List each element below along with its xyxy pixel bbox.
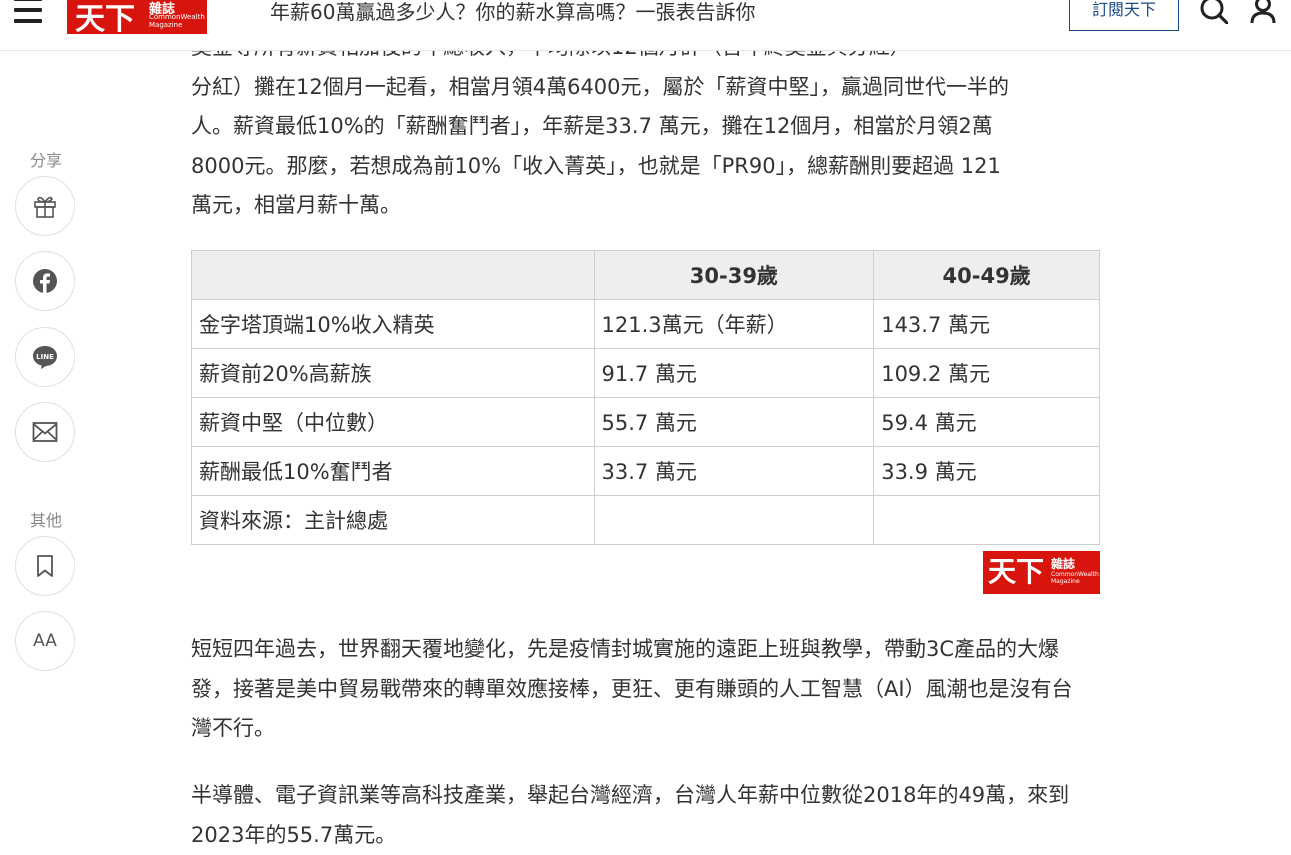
table-row: 薪資前20%高薪族 91.7 萬元 109.2 萬元 bbox=[191, 348, 1100, 398]
para1-line3: 人。薪資最低10%的「薪酬奮鬥者」，年薪是33.7 萬元，攤在12個月，相當於月… bbox=[191, 114, 993, 138]
table-cell: 薪資中堅（中位數） bbox=[191, 397, 595, 447]
mail-icon bbox=[32, 422, 58, 442]
article-paragraph-2: 短短四年過去，世界翻天覆地變化，先是疫情封城實施的遠距上班與教學，帶動3C產品的… bbox=[191, 637, 1073, 740]
table-cell: 金字塔頂端10%收入精英 bbox=[191, 299, 595, 349]
site-logo[interactable]: 天下 雜誌 CommonWealth Magazine bbox=[67, 0, 207, 34]
badge-sub-text: 雜誌 bbox=[1051, 557, 1076, 571]
table-cell: 143.7 萬元 bbox=[873, 299, 1100, 349]
para1-line5: 萬元，相當月薪十萬。 bbox=[191, 193, 401, 217]
line-share-button[interactable]: LINE bbox=[15, 327, 75, 387]
font-size-button[interactable]: AA bbox=[15, 611, 75, 671]
table-cell: 121.3萬元（年薪） bbox=[593, 299, 875, 349]
table-row: 資料來源：主計總處 bbox=[191, 495, 1100, 545]
table-header-cell bbox=[191, 250, 595, 300]
logo-english-text: CommonWealth Magazine bbox=[149, 13, 205, 29]
table-header-cell: 30-39歲 bbox=[593, 250, 875, 300]
badge-main-text: 天下 bbox=[988, 555, 1045, 588]
para1-line2: 分紅）攤在12個月一起看，相當月領4萬6400元，屬於「薪資中堅」，贏過同世代一… bbox=[191, 74, 1010, 99]
table-cell bbox=[873, 495, 1100, 545]
line-icon: LINE bbox=[33, 346, 57, 369]
table-source-cell: 資料來源：主計總處 bbox=[191, 495, 595, 545]
table-header-row: 30-39歲 40-49歲 bbox=[191, 250, 1100, 300]
table-cell: 55.7 萬元 bbox=[593, 397, 875, 447]
facebook-share-button[interactable] bbox=[15, 251, 75, 311]
table-row: 金字塔頂端10%收入精英 121.3萬元（年薪） 143.7 萬元 bbox=[191, 299, 1100, 349]
table-cell: 33.7 萬元 bbox=[593, 446, 875, 496]
site-header: 天下 雜誌 CommonWealth Magazine 年薪60萬贏過多少人？你的… bbox=[0, 0, 1291, 51]
table-cell: 109.2 萬元 bbox=[873, 348, 1100, 398]
table-header-cell: 40-49歲 bbox=[873, 250, 1100, 300]
para1-line4: 8000元。那麼，若想成為前10%「收入菁英」，也就是「PR90」，總薪酬則要超… bbox=[191, 153, 1001, 178]
table-row: 薪酬最低10%奮鬥者 33.7 萬元 33.9 萬元 bbox=[191, 446, 1100, 496]
logo-main-text: 天下 bbox=[75, 2, 135, 34]
salary-table: 30-39歲 40-49歲 金字塔頂端10%收入精英 121.3萬元（年薪） 1… bbox=[191, 250, 1100, 545]
user-icon[interactable] bbox=[1249, 0, 1277, 24]
gift-share-button[interactable] bbox=[15, 176, 75, 236]
table-cell: 91.7 萬元 bbox=[593, 348, 875, 398]
bookmark-button[interactable] bbox=[15, 536, 75, 596]
table-cell: 薪資前20%高薪族 bbox=[191, 348, 595, 398]
badge-english-text: CommonWealth Magazine bbox=[1051, 571, 1099, 585]
other-label: 其他 bbox=[29, 511, 62, 530]
gift-icon bbox=[34, 196, 56, 218]
font-size-icon: AA bbox=[33, 631, 57, 651]
article-paragraph-3: 半導體、電子資訊業等高科技產業，舉起台灣經濟，台灣人年薪中位數從2018年的49… bbox=[191, 783, 1070, 847]
article-paragraph-1: 獎金等所有薪資相加後的年總收入，平均除以12個月計（含年終獎金與分紅） 分紅）攤… bbox=[191, 28, 1111, 226]
subscribe-button[interactable]: 訂閱天下 bbox=[1069, 0, 1179, 31]
mail-share-button[interactable] bbox=[15, 402, 75, 462]
table-cell: 33.9 萬元 bbox=[873, 446, 1100, 496]
table-cell: 薪酬最低10%奮鬥者 bbox=[191, 446, 595, 496]
table-cell: 59.4 萬元 bbox=[873, 397, 1100, 447]
table-cell bbox=[593, 495, 875, 545]
hamburger-menu-icon[interactable] bbox=[14, 0, 42, 23]
share-label: 分享 bbox=[29, 151, 62, 170]
search-icon[interactable] bbox=[1200, 0, 1228, 24]
svg-text:LINE: LINE bbox=[36, 353, 54, 361]
table-row: 薪資中堅（中位數） 55.7 萬元 59.4 萬元 bbox=[191, 397, 1100, 447]
facebook-icon bbox=[33, 269, 57, 293]
bookmark-icon bbox=[37, 555, 53, 577]
commonwealth-badge-logo: 天下 雜誌 CommonWealth Magazine bbox=[983, 551, 1100, 594]
header-article-title: 年薪60萬贏過多少人？你的薪水算高嗎？一張表告訴你 bbox=[270, 0, 756, 24]
